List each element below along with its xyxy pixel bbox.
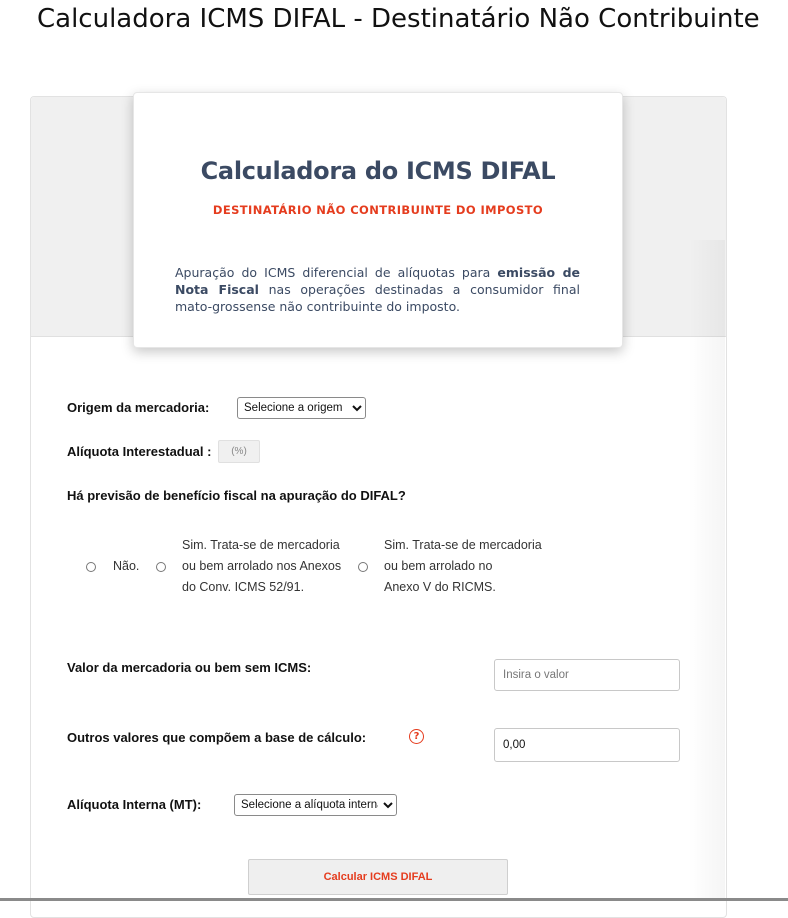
aliquota-interestadual-field: (%) [218, 440, 260, 463]
question-circle-icon[interactable]: ? [409, 729, 424, 744]
radio-sim-anexo-v[interactable] [358, 562, 368, 572]
calculate-button[interactable]: Calcular ICMS DIFAL [248, 859, 508, 895]
outros-label: Outros valores que compõem a base de cál… [67, 730, 367, 745]
radio-sim-anexo-line3: Anexo V do RICMS. [384, 580, 496, 594]
radio-sim-anexo-line1: Sim. Trata-se de mercadoria [384, 538, 542, 552]
radio-sim-anexo-line2: ou bem arrolado no [384, 559, 493, 573]
outros-input[interactable] [494, 728, 680, 762]
valor-input[interactable] [494, 659, 680, 691]
page-title: Calculadora ICMS DIFAL - Destinatário Nã… [37, 4, 760, 34]
panel-side-shadow [688, 240, 725, 900]
origem-select[interactable]: Selecione a origem [237, 397, 366, 419]
header-card: Calculadora do ICMS DIFAL DESTINATÁRIO N… [133, 92, 623, 348]
origem-label: Origem da mercadoria: [67, 400, 210, 415]
radio-sim-conv-label: Sim. Trata-se de mercadoria ou bem arrol… [182, 535, 341, 598]
radio-nao-label: Não. [113, 559, 140, 573]
radio-sim-conv-line3: do Conv. ICMS 52/91. [182, 580, 305, 594]
radio-sim-conv-line1: Sim. Trata-se de mercadoria [182, 538, 340, 552]
valor-label: Valor da mercadoria ou bem sem ICMS: [67, 660, 312, 675]
aliquota-interna-select[interactable]: Selecione a alíquota interna [234, 794, 397, 816]
radio-nao[interactable] [86, 562, 96, 572]
radio-sim-conv-52-91[interactable] [156, 562, 166, 572]
aliquota-interna-label: Alíquota Interna (MT): [67, 797, 202, 812]
card-description: Apuração do ICMS diferencial de alíquota… [175, 264, 580, 315]
card-desc-text-1: Apuração do ICMS diferencial de alíquota… [175, 265, 498, 280]
radio-sim-anexo-label: Sim. Trata-se de mercadoria ou bem arrol… [384, 535, 542, 598]
beneficio-question: Há previsão de benefício fiscal na apura… [67, 488, 406, 503]
card-subtitle: DESTINATÁRIO NÃO CONTRIBUINTE DO IMPOSTO [212, 203, 544, 217]
radio-sim-conv-line2: ou bem arrolado nos Anexos [182, 559, 342, 573]
aliquota-interestadual-label: Alíquota Interestadual : [67, 444, 212, 459]
card-title: Calculadora do ICMS DIFAL [200, 157, 556, 185]
